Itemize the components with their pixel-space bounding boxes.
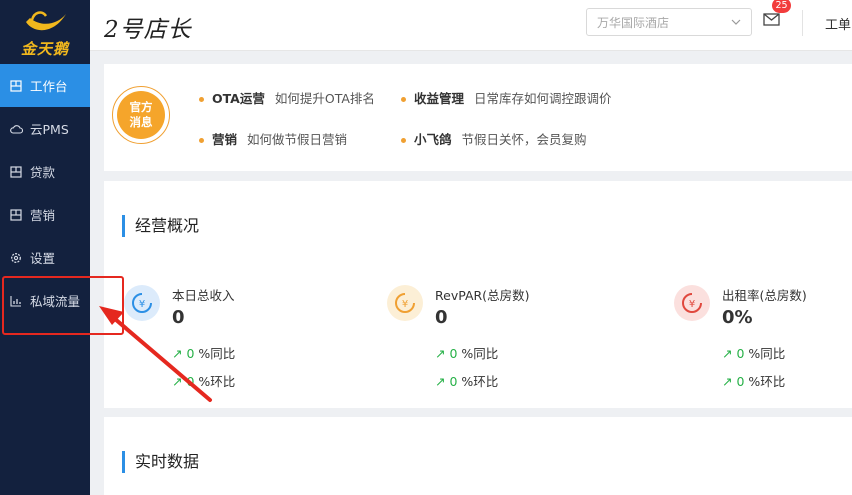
business-overview-card: 经营概况 ¥ 本日总收入 0 ↗ 0 %同比 ↗ 0 %环比 ¥ RevPAR(… [104, 181, 852, 408]
bullet-icon [401, 138, 406, 143]
metric-name: RevPAR(总房数) [435, 288, 530, 303]
trend-up-icon: ↗ [172, 374, 187, 389]
bullet-icon [401, 97, 406, 102]
news-item-revenue[interactable]: 收益管理 日常库存如何调控跟调价 [401, 88, 612, 107]
sidebar-item-label: 工作台 [30, 79, 68, 94]
sidebar-item-label: 贷款 [30, 165, 56, 180]
news-item-ota[interactable]: OTA运营 如何提升OTA排名 [199, 88, 375, 107]
metric-value: 0 [172, 307, 185, 328]
news-title: 小飞鸽 [414, 132, 452, 147]
metric-yoy: ↗ 0 %同比 [435, 343, 498, 362]
logo: 金天鹅 [0, 0, 90, 64]
brand-title: 2号店长 [104, 17, 192, 43]
mom-value: 0 [186, 374, 195, 389]
sidebar-item-label: 云PMS [30, 122, 69, 137]
sidebar-item-workbench[interactable]: 工作台 [0, 64, 90, 107]
news-desc: 如何提升OTA排名 [274, 91, 375, 106]
official-news-card: 官方 消息 OTA运营 如何提升OTA排名 收益管理 日常库存如何调控跟调价 营销如… [104, 64, 852, 171]
mom-value: 0 [449, 374, 458, 389]
badge-line: 官方 [129, 100, 153, 114]
mail-icon[interactable] [763, 13, 780, 26]
occupancy-icon: ¥ [674, 285, 710, 321]
notification-badge: 25 [772, 0, 791, 13]
section-title: 经营概况 [122, 215, 199, 237]
news-title: OTA运营 [212, 91, 265, 106]
news-desc: 日常库存如何调控跟调价 [474, 91, 612, 106]
metric-yoy: ↗ 0 %同比 [722, 343, 785, 362]
work-order-link[interactable]: 工单 [825, 14, 851, 33]
sidebar: 金天鹅 工作台 云PMS 贷款 营销 设置 私域流量 [0, 0, 90, 495]
divider [802, 10, 803, 36]
svg-text:¥: ¥ [689, 299, 695, 310]
swan-logo-icon [26, 11, 66, 31]
dashboard-icon [9, 165, 23, 179]
news-title: 收益管理 [414, 91, 465, 106]
yoy-label: %同比 [461, 346, 499, 361]
sidebar-item-label: 营销 [30, 208, 56, 223]
yoy-label: %同比 [748, 346, 786, 361]
metric-value: 0% [722, 307, 753, 328]
metric-mom: ↗ 0 %环比 [172, 371, 235, 390]
trend-up-icon: ↗ [435, 374, 450, 389]
mom-label: %环比 [461, 374, 499, 389]
sidebar-item-settings[interactable]: 设置 [0, 236, 90, 279]
revenue-icon: ¥ [124, 285, 160, 321]
metric-mom: ↗ 0 %环比 [722, 371, 785, 390]
yoy-label: %同比 [198, 346, 236, 361]
svg-text:¥: ¥ [402, 299, 408, 310]
annotation-highlight-box [2, 276, 124, 335]
sidebar-item-loan[interactable]: 贷款 [0, 150, 90, 193]
trend-up-icon: ↗ [435, 346, 450, 361]
realtime-data-card: 实时数据 [104, 417, 852, 495]
logo-text: 金天鹅 [20, 40, 69, 58]
metric-value: 0 [435, 307, 448, 328]
revpar-icon: ¥ [387, 285, 423, 321]
top-bar: 2号店长 万华国际酒店 25 工单 [90, 0, 852, 51]
dashboard-icon [9, 208, 23, 222]
cloud-icon [9, 122, 23, 136]
news-desc: 如何做节假日营销 [247, 132, 348, 147]
bullet-icon [199, 138, 204, 143]
news-title: 营销 [212, 132, 238, 147]
svg-text:¥: ¥ [139, 299, 145, 310]
sidebar-item-marketing[interactable]: 营销 [0, 193, 90, 236]
news-desc: 节假日关怀，会员复购 [461, 132, 587, 147]
gear-icon [9, 251, 23, 265]
chevron-down-icon [731, 19, 741, 25]
metric-name: 出租率(总房数) [722, 288, 807, 303]
store-select-value: 万华国际酒店 [597, 15, 670, 30]
official-news-badge: 官方 消息 [112, 86, 170, 144]
trend-up-icon: ↗ [722, 346, 737, 361]
metric-name: 本日总收入 [172, 288, 235, 303]
badge-line: 消息 [129, 115, 153, 129]
trend-up-icon: ↗ [722, 374, 737, 389]
yoy-value: 0 [736, 346, 745, 361]
metric-mom: ↗ 0 %环比 [435, 371, 498, 390]
mom-value: 0 [736, 374, 745, 389]
metric-yoy: ↗ 0 %同比 [172, 343, 235, 362]
yoy-value: 0 [449, 346, 458, 361]
section-title: 实时数据 [122, 451, 199, 473]
sidebar-item-label: 设置 [30, 251, 56, 266]
sidebar-item-cloud-pms[interactable]: 云PMS [0, 107, 90, 150]
dashboard-icon [9, 79, 23, 93]
mom-label: %环比 [748, 374, 786, 389]
news-item-marketing[interactable]: 营销 如何做节假日营销 [199, 129, 347, 148]
trend-up-icon: ↗ [172, 346, 187, 361]
store-select[interactable]: 万华国际酒店 [586, 8, 752, 36]
yoy-value: 0 [186, 346, 195, 361]
bullet-icon [199, 97, 204, 102]
news-item-pigeon[interactable]: 小飞鸽 节假日关怀，会员复购 [401, 129, 587, 148]
mom-label: %环比 [198, 374, 236, 389]
